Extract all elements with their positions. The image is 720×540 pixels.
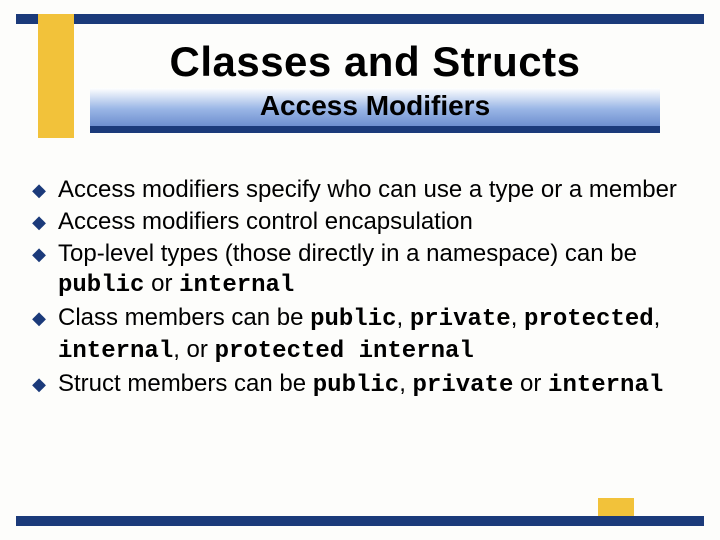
list-item: ◆ Access modifiers specify who can use a…: [30, 175, 680, 205]
bullet-icon: ◆: [30, 369, 48, 399]
bullet-icon: ◆: [30, 175, 48, 205]
bullet-text: Class members can be public, private, pr…: [58, 303, 680, 367]
bullet-text: Access modifiers specify who can use a t…: [58, 175, 677, 205]
top-accent-bar: [16, 14, 704, 24]
list-item: ◆ Top-level types (those directly in a n…: [30, 239, 680, 301]
bottom-accent-bar: [16, 516, 704, 526]
bullet-icon: ◆: [30, 303, 48, 333]
bullet-text: Access modifiers control encapsulation: [58, 207, 473, 237]
slide-title: Classes and Structs: [90, 38, 660, 86]
bullet-icon: ◆: [30, 207, 48, 237]
title-area: Classes and Structs Access Modifiers: [90, 38, 660, 133]
list-item: ◆ Struct members can be public, private …: [30, 369, 680, 401]
bullet-list: ◆ Access modifiers specify who can use a…: [30, 175, 680, 403]
bullet-icon: ◆: [30, 239, 48, 269]
subtitle-band: Access Modifiers: [90, 88, 660, 133]
top-yellow-block: [38, 14, 74, 138]
list-item: ◆ Access modifiers control encapsulation: [30, 207, 680, 237]
slide-subtitle: Access Modifiers: [90, 90, 660, 122]
bullet-text: Struct members can be public, private or…: [58, 369, 663, 401]
list-item: ◆ Class members can be public, private, …: [30, 303, 680, 367]
bullet-text: Top-level types (those directly in a nam…: [58, 239, 680, 301]
